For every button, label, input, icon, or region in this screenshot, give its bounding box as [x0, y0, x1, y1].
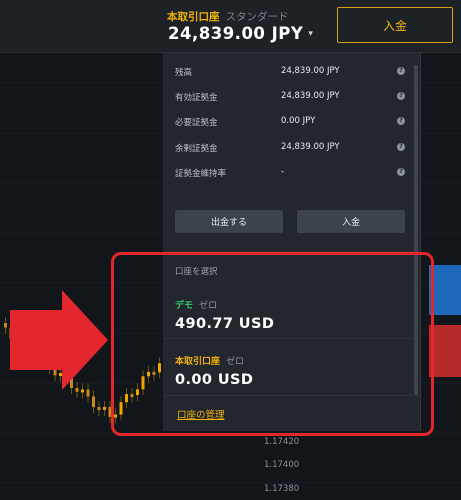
- candle: [103, 406, 106, 410]
- account-balance-dropdown[interactable]: 24,839.00 JPY ▾: [168, 24, 313, 43]
- summary-row-equity: 有効証拠金 24,839.00 JPY ?: [175, 91, 405, 107]
- highlight-box: [111, 252, 434, 436]
- summary-row-margin-level: 証拠金維持率 - ?: [175, 167, 405, 183]
- chevron-down-icon: ▾: [308, 29, 314, 39]
- help-icon[interactable]: ?: [397, 168, 405, 176]
- top-bar: 本取引口座 スタンダード 24,839.00 JPY ▾ 入金: [0, 0, 461, 53]
- row-value: -: [281, 167, 285, 177]
- account-subtype: スタンダード: [225, 11, 289, 23]
- summary-row-free-margin: 余剰証拠金 24,839.00 JPY ?: [175, 142, 405, 158]
- help-icon[interactable]: ?: [397, 143, 405, 151]
- row-label: 有効証拠金: [175, 93, 218, 103]
- price-axis-label: 1.17400: [264, 460, 300, 470]
- balance-value: 24,839.00 JPY: [168, 24, 304, 43]
- help-icon[interactable]: ?: [397, 67, 405, 75]
- row-value: 0.00 JPY: [281, 116, 316, 126]
- row-value: 24,839.00 JPY: [281, 91, 340, 101]
- row-label: 残高: [175, 68, 193, 78]
- row-label: 必要証拠金: [175, 118, 218, 128]
- row-value: 24,839.00 JPY: [281, 142, 340, 152]
- account-type: 本取引口座: [167, 11, 220, 23]
- help-icon[interactable]: ?: [397, 117, 405, 125]
- candle: [97, 407, 101, 411]
- pointer-arrow-icon: [10, 290, 108, 390]
- price-axis-label: 1.17380: [264, 484, 300, 494]
- row-value: 24,839.00 JPY: [281, 66, 340, 76]
- price-axis-label: 1.17420: [264, 437, 300, 447]
- summary-row-margin: 必要証拠金 0.00 JPY ?: [175, 116, 405, 132]
- row-label: 証拠金維持率: [175, 169, 227, 179]
- help-icon[interactable]: ?: [397, 92, 405, 100]
- row-label: 余剰証拠金: [175, 144, 218, 154]
- candle: [92, 396, 95, 408]
- account-selector-label[interactable]: 本取引口座 スタンダード: [167, 9, 289, 24]
- summary-row-balance: 残高 24,839.00 JPY ?: [175, 66, 405, 82]
- candle: [86, 389, 90, 397]
- candle: [4, 323, 7, 328]
- withdraw-button[interactable]: 出金する: [175, 210, 283, 233]
- deposit-button[interactable]: 入金: [337, 7, 453, 43]
- deposit-button-panel[interactable]: 入金: [297, 210, 405, 233]
